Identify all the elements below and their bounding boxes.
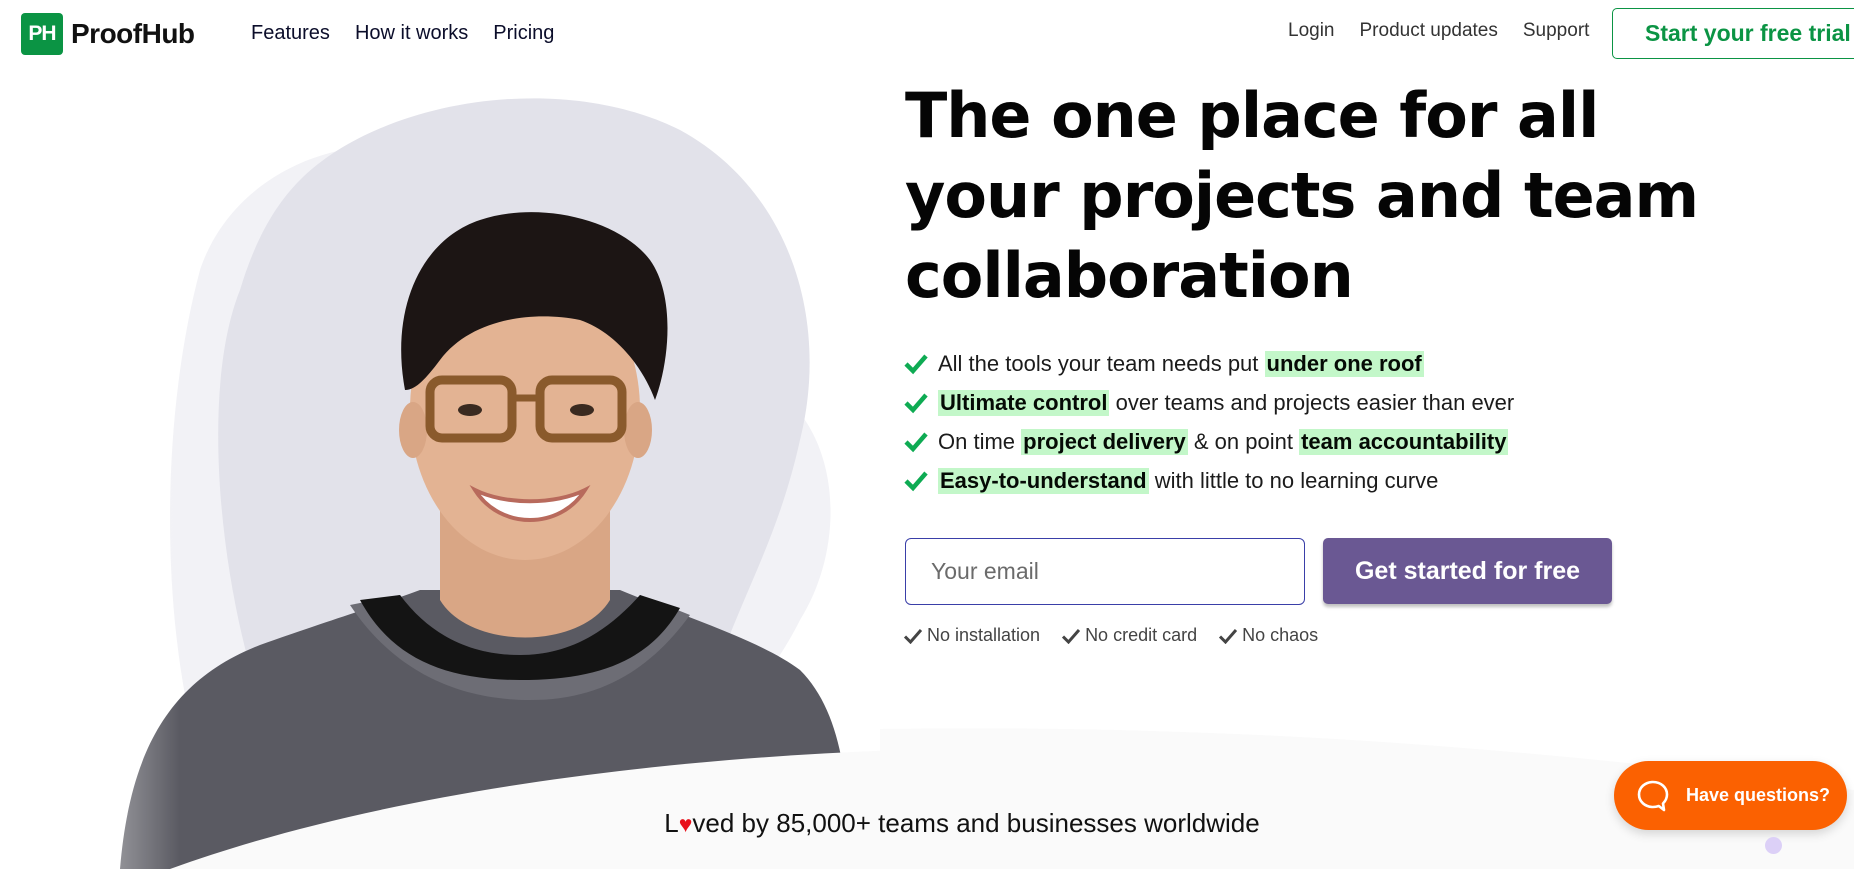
perk-item: No installation [904,625,1040,646]
social-proof-prefix: L [664,808,679,838]
nav-link-login[interactable]: Login [1288,20,1335,42]
feature-highlight: team accountability [1299,428,1509,455]
feature-highlight: under one roof [1264,350,1424,377]
nav-link-features[interactable]: Features [251,22,330,45]
chat-label: Have questions? [1686,785,1831,805]
checkmark-icon [904,628,922,644]
top-navigation: PH ProofHub Features How it works Pricin… [0,0,1854,68]
nav-link-support[interactable]: Support [1523,20,1590,42]
feature-highlight: Ultimate control [938,389,1110,416]
hero-headline: The one place for all your projects and … [905,79,1699,312]
proofhub-logo[interactable]: PH ProofHub [21,13,195,55]
nav-link-how-it-works[interactable]: How it works [355,22,468,45]
checkmark-icon [904,432,928,452]
hero-photo [0,60,900,869]
chat-bubble-icon [1637,780,1669,811]
email-input[interactable] [905,538,1305,605]
feature-item: Easy-to-understand with little to no lea… [904,461,1514,500]
perk-label: No chaos [1242,625,1319,645]
feature-item: On time project delivery & on point team… [904,422,1514,461]
feature-text: over teams and projects easier than ever [1109,389,1515,415]
feature-list: All the tools your team needs put under … [904,344,1514,500]
primary-nav: Features How it works Pricing [251,22,554,45]
perk-item: No chaos [1219,625,1318,646]
heart-icon: ♥ [678,811,693,837]
feature-text: On time [938,428,1022,454]
logo-text: ProofHub [71,18,195,49]
nav-link-pricing[interactable]: Pricing [493,22,554,45]
checkmark-icon [1219,628,1238,644]
checkmark-icon [904,393,928,413]
social-proof-suffix: ved by 85,000+ teams and businesses worl… [692,808,1260,838]
feature-text: All the tools your team needs put [938,350,1265,376]
checkmark-icon [904,354,928,374]
notification-dot [1765,837,1782,854]
perks-list: No installation No credit card No chaos [904,625,1318,646]
feature-item: All the tools your team needs put under … [904,344,1514,383]
start-free-trial-button[interactable]: Start your free trial [1612,8,1854,59]
checkmark-icon [904,471,928,491]
perk-label: No installation [927,625,1041,645]
checkmark-icon [1062,628,1081,644]
logo-mark: PH [21,13,63,55]
have-questions-chat-button[interactable]: Have questions? [1614,761,1847,830]
social-proof-text: L♥ved by 85,000+ teams and businesses wo… [0,808,1854,839]
perk-item: No credit card [1062,625,1197,646]
secondary-nav: Login Product updates Support [1288,20,1589,42]
get-started-button[interactable]: Get started for free [1323,538,1612,604]
feature-text: & on point [1187,428,1300,454]
perk-label: No credit card [1085,625,1198,645]
feature-highlight: Easy-to-understand [938,467,1149,494]
feature-highlight: project delivery [1021,428,1188,455]
feature-text: with little to no learning curve [1148,467,1439,493]
feature-item: Ultimate control over teams and projects… [904,383,1514,422]
nav-link-product-updates[interactable]: Product updates [1360,20,1498,42]
